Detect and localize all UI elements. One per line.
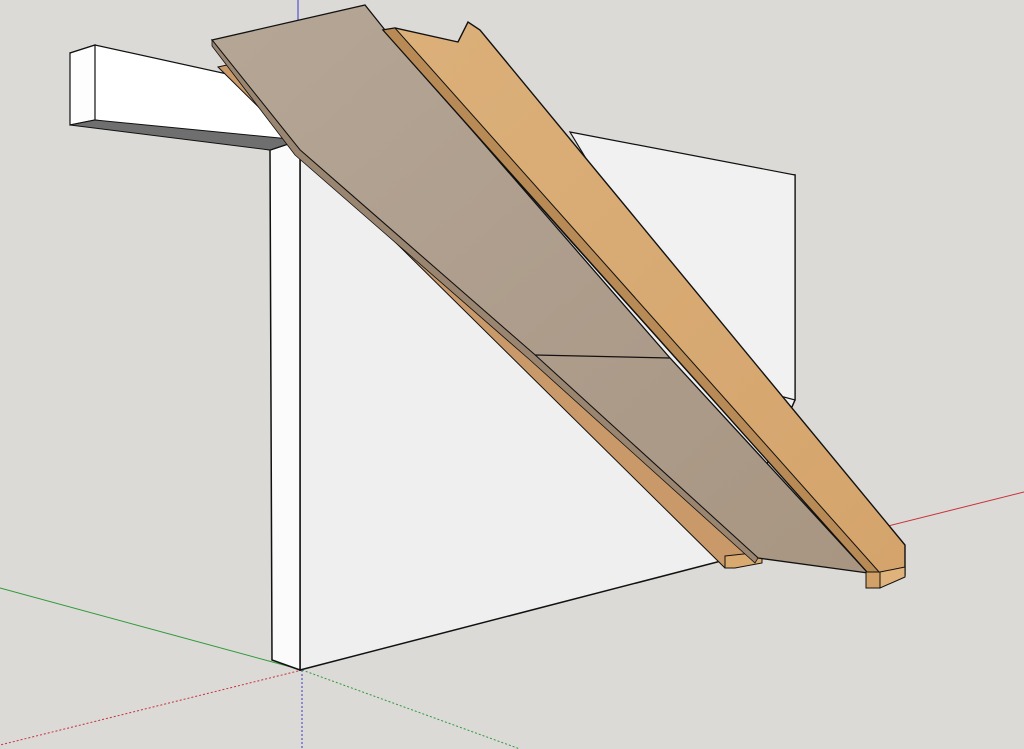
wall-end[interactable] — [269, 138, 301, 672]
green-axis-dotted — [301, 669, 521, 749]
red-axis-solid — [879, 491, 1024, 529]
outer-stringer-foot — [865, 571, 881, 589]
green-axis-solid — [0, 587, 303, 671]
red-axis-dotted — [0, 669, 303, 746]
model-canvas[interactable] — [0, 0, 1024, 749]
3d-viewport[interactable] — [0, 0, 1024, 749]
wall-end-face — [269, 138, 301, 672]
beam-end — [69, 44, 96, 126]
